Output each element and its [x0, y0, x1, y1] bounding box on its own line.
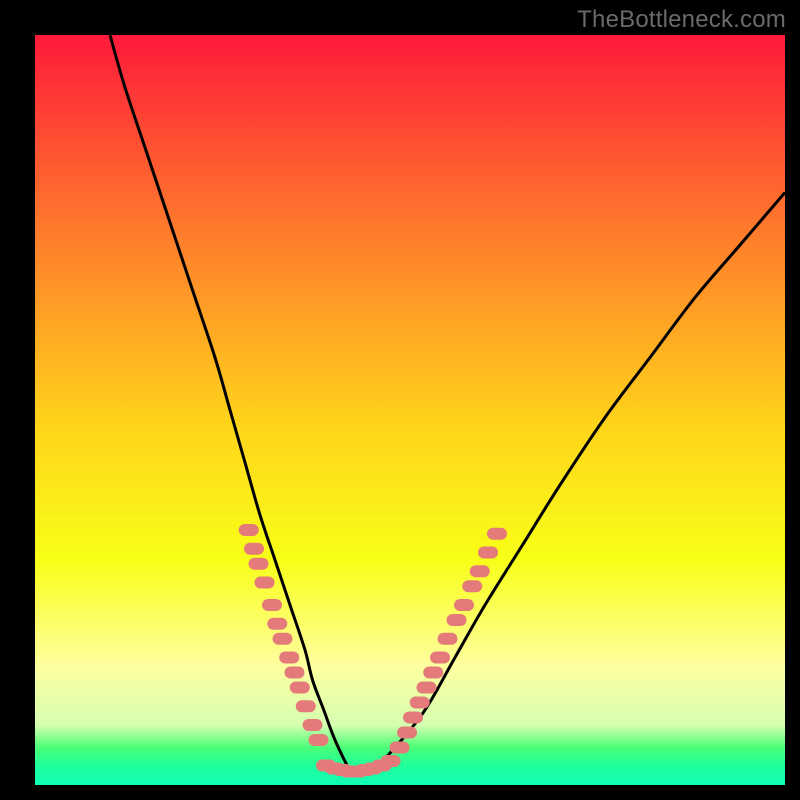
data-dot: [267, 618, 287, 630]
data-dot: [454, 599, 474, 611]
data-dot: [430, 652, 450, 664]
data-dot: [285, 667, 305, 679]
data-dot: [410, 697, 430, 709]
right-dot-cluster: [390, 528, 508, 754]
data-dot: [239, 524, 259, 536]
data-dot: [296, 700, 316, 712]
data-dot: [438, 633, 458, 645]
bottleneck-curve: [110, 35, 785, 774]
plot-area: [35, 35, 785, 785]
data-dot: [417, 682, 437, 694]
data-dot: [262, 599, 282, 611]
data-dot: [403, 712, 423, 724]
data-dot: [303, 719, 323, 731]
bottom-dot-cluster: [316, 755, 401, 778]
data-dot: [244, 543, 264, 555]
data-dot: [290, 682, 310, 694]
data-dot: [255, 577, 275, 589]
left-dot-cluster: [239, 524, 329, 746]
watermark-text: TheBottleneck.com: [577, 6, 786, 34]
data-dot: [309, 734, 329, 746]
data-dot: [470, 565, 490, 577]
data-dot: [249, 558, 269, 570]
data-dot: [487, 528, 507, 540]
data-dot: [462, 580, 482, 592]
data-dot: [273, 633, 293, 645]
curve-layer: [35, 35, 785, 785]
data-dot: [447, 614, 467, 626]
data-dot: [279, 652, 299, 664]
outer-frame: TheBottleneck.com: [0, 0, 800, 800]
data-dot: [397, 727, 417, 739]
data-dot: [390, 742, 410, 754]
data-dot: [478, 547, 498, 559]
data-dot: [423, 667, 443, 679]
data-dot: [381, 755, 401, 767]
